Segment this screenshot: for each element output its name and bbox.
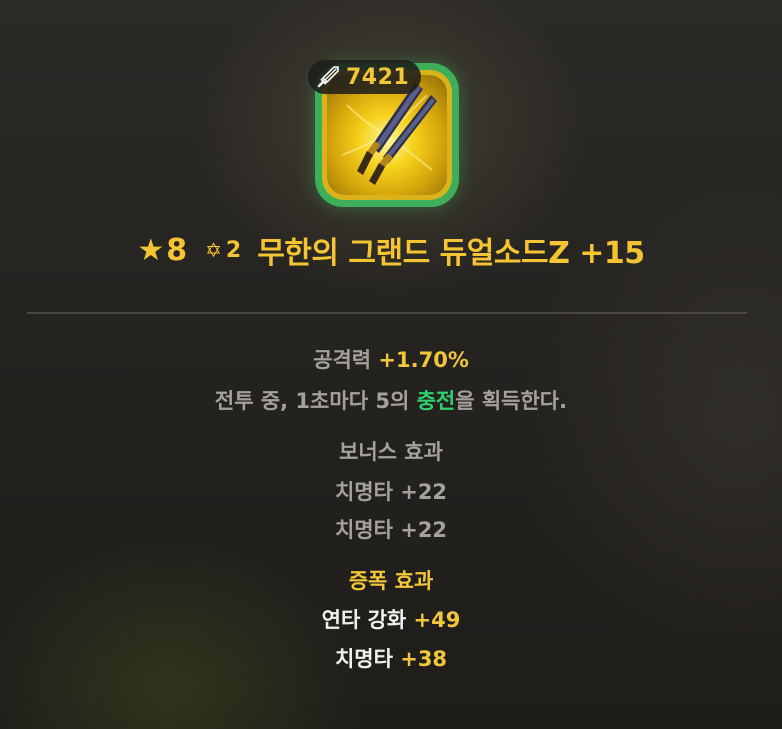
bonus-line: 치명타 +22 — [334, 480, 448, 504]
star-icon: ★ — [137, 232, 165, 268]
item-title: ★ 8 ✡ 2 무한의 그랜드 듀얼소드Z +15 — [0, 228, 782, 272]
power-value: 7421 — [346, 64, 410, 90]
passive-effect: 전투 중, 1초마다 5의 충전을 획득한다. — [0, 385, 782, 415]
bonus-title: 보너스 효과 — [339, 440, 443, 464]
power-badge: 7421 — [308, 60, 422, 94]
main-stat: 공격력 +1.70% — [0, 344, 782, 374]
item-tooltip: 7421 ★ 8 ✡ 2 무한의 그랜드 듀얼소드Z +15 공격력 +1.70… — [0, 0, 782, 729]
sub-star-icon: ✡ — [205, 238, 222, 262]
amplify-title: 증폭 효과 — [348, 569, 434, 593]
sub-star-count: 2 — [225, 237, 242, 263]
passive-keyword: 충전 — [416, 389, 456, 413]
amplify-label: 연타 강화 — [321, 608, 414, 632]
item-name: 무한의 그랜드 듀얼소드Z +15 — [257, 236, 645, 271]
bonus-line: 치명타 +22 — [334, 518, 448, 542]
main-stat-label: 공격력 — [313, 348, 379, 372]
passive-prefix: 전투 중, 1초마다 5의 — [214, 389, 417, 413]
amplify-label: 치명타 — [334, 647, 401, 671]
amplify-line: 연타 강화 +49 — [0, 604, 782, 634]
divider — [27, 312, 747, 314]
amplify-value: +49 — [413, 608, 461, 632]
sword-icon — [317, 66, 339, 88]
star-count: 8 — [166, 232, 188, 268]
amplify-line: 치명타 +38 — [0, 643, 782, 673]
amplify-value: +38 — [400, 647, 448, 671]
passive-suffix: 을 획득한다. — [455, 389, 568, 413]
main-stat-value: +1.70% — [378, 348, 469, 372]
